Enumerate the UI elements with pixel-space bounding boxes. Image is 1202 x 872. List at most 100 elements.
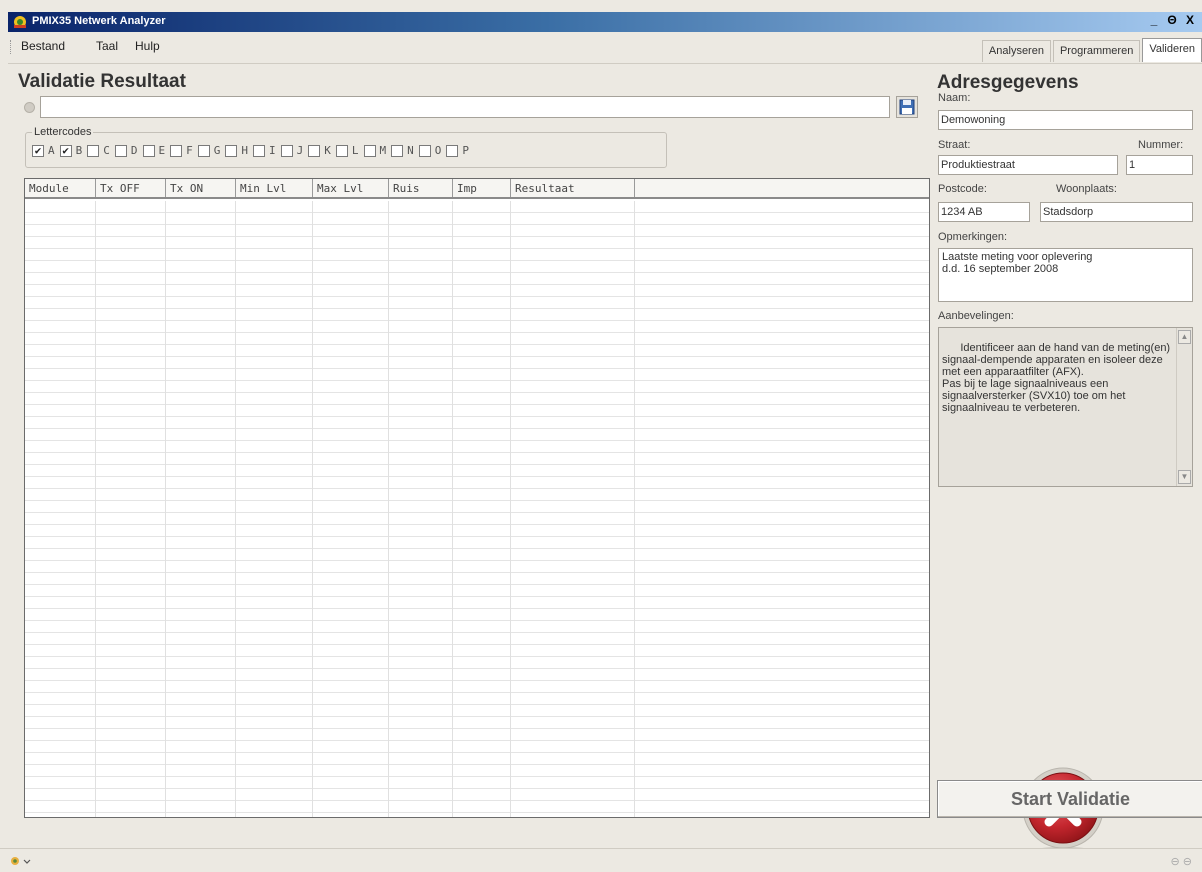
aanbevelingen-field[interactable]: Identificeer aan de hand van de meting(e… xyxy=(938,327,1193,487)
lettercode-checkbox[interactable] xyxy=(87,144,100,157)
tab-valideren[interactable]: Valideren xyxy=(1142,38,1202,62)
lettercode-label: E xyxy=(158,144,166,157)
lettercode-checkbox[interactable] xyxy=(363,144,376,157)
lettercode-g[interactable]: G xyxy=(197,144,221,157)
lettercode-checkbox[interactable]: ✔ xyxy=(59,144,72,157)
lettercode-checkbox[interactable] xyxy=(142,144,155,157)
lettercode-label: J xyxy=(296,144,304,157)
column-header[interactable]: Imp xyxy=(453,179,511,197)
menu-taal[interactable]: Taal xyxy=(96,39,118,53)
minimize-button[interactable]: _ xyxy=(1146,13,1162,29)
nummer-field[interactable]: 1 xyxy=(1126,155,1193,175)
column-divider xyxy=(510,201,511,817)
column-header[interactable]: Max Lvl xyxy=(313,179,389,197)
lettercode-j[interactable]: J xyxy=(280,144,304,157)
tab-analyseren[interactable]: Analyseren xyxy=(981,40,1051,62)
status-bar: ⊖ ⊖ xyxy=(0,848,1202,872)
lettercode-label: G xyxy=(213,144,221,157)
column-header[interactable]: Resultaat xyxy=(511,179,635,197)
lettercode-label: B xyxy=(75,144,83,157)
lettercode-label: L xyxy=(351,144,359,157)
column-header[interactable]: Min Lvl xyxy=(236,179,313,197)
postcode-label: Postcode: xyxy=(938,183,987,195)
straat-field[interactable]: Produktiestraat xyxy=(938,155,1118,175)
lettercode-d[interactable]: D xyxy=(114,144,138,157)
lettercode-label: O xyxy=(434,144,442,157)
column-header[interactable]: Module xyxy=(25,179,96,197)
menu-grip-icon xyxy=(10,40,13,54)
close-button[interactable]: X xyxy=(1182,13,1198,29)
aanbevelingen-text: Identificeer aan de hand van de meting(e… xyxy=(942,342,1171,414)
lettercode-checkbox[interactable] xyxy=(197,144,210,157)
file-path-input[interactable] xyxy=(40,96,890,118)
lettercode-checkbox[interactable] xyxy=(225,144,238,157)
column-header[interactable]: Tx ON xyxy=(166,179,236,197)
lettercode-a[interactable]: ✔ A xyxy=(32,144,55,157)
status-network-icon[interactable] xyxy=(10,855,32,867)
naam-label: Naam: xyxy=(938,92,971,104)
lettercode-l[interactable]: L xyxy=(335,144,359,157)
lettercode-checkbox[interactable] xyxy=(418,144,431,157)
lettercode-checkbox[interactable] xyxy=(335,144,348,157)
lettercode-label: N xyxy=(407,144,414,157)
address-heading: Adresgegevens xyxy=(937,72,1079,93)
status-dot-icon xyxy=(24,102,35,113)
lettercode-checkbox[interactable] xyxy=(391,144,404,157)
start-validatie-button[interactable]: Start Validatie xyxy=(937,780,1202,818)
connection-indicators-icon: ⊖ ⊖ xyxy=(1170,856,1193,868)
lettercodes-label: Lettercodes xyxy=(32,126,94,138)
lettercode-f[interactable]: F xyxy=(170,144,193,157)
lettercode-label: F xyxy=(186,144,193,157)
postcode-field[interactable]: 1234 AB xyxy=(938,202,1030,222)
tab-strip: Analyseren Programmeren Valideren xyxy=(980,38,1202,62)
lettercode-i[interactable]: I xyxy=(253,144,276,157)
column-divider xyxy=(165,201,166,817)
aanbevelingen-scrollbar[interactable]: ▲ ▼ xyxy=(1176,328,1192,486)
opmerkingen-field[interactable]: Laatste meting voor oplevering d.d. 16 s… xyxy=(938,248,1193,302)
lettercode-label: K xyxy=(324,144,331,157)
lettercode-label: I xyxy=(269,144,276,157)
lettercode-checkbox[interactable] xyxy=(308,144,321,157)
lettercode-e[interactable]: E xyxy=(142,144,166,157)
scroll-up-icon[interactable]: ▲ xyxy=(1178,330,1191,344)
main-panel: Validatie Resultaat Lettercodes ✔ A ✔ B C D E F… xyxy=(8,63,1202,853)
lettercode-h[interactable]: H xyxy=(225,144,248,157)
scroll-down-icon[interactable]: ▼ xyxy=(1178,470,1191,484)
lettercode-c[interactable]: C xyxy=(87,144,110,157)
save-button[interactable] xyxy=(896,96,918,118)
column-divider xyxy=(235,201,236,817)
tab-programmeren[interactable]: Programmeren xyxy=(1052,40,1141,62)
lettercode-checkbox[interactable] xyxy=(114,144,127,157)
woonplaats-field[interactable]: Stadsdorp xyxy=(1040,202,1193,222)
straat-label: Straat: xyxy=(938,139,971,151)
column-header[interactable]: Tx OFF xyxy=(96,179,166,197)
nummer-label: Nummer: xyxy=(1138,139,1184,151)
column-divider xyxy=(452,201,453,817)
application-window: PMIX35 Netwerk Analyzer _ Θ X Bestand Ta… xyxy=(0,0,1202,872)
column-divider xyxy=(634,201,635,817)
lettercode-m[interactable]: M xyxy=(363,144,386,157)
column-divider xyxy=(95,201,96,817)
table-body xyxy=(25,201,929,817)
lettercode-checkbox[interactable] xyxy=(280,144,293,157)
results-table[interactable]: Module Tx OFF Tx ON Min Lvl Max Lvl Ruis Imp Re… xyxy=(24,178,930,818)
lettercode-o[interactable]: O xyxy=(418,144,442,157)
lettercode-label: D xyxy=(130,144,138,157)
column-header[interactable]: Ruis xyxy=(389,179,453,197)
lettercode-checkbox[interactable]: ✔ xyxy=(32,144,44,157)
naam-field[interactable]: Demowoning xyxy=(938,110,1193,130)
lettercode-b[interactable]: ✔ B xyxy=(59,144,83,157)
lettercode-k[interactable]: K xyxy=(308,144,331,157)
lettercode-checkbox[interactable] xyxy=(170,144,183,157)
lettercode-checkbox[interactable] xyxy=(253,144,265,157)
lettercode-checkbox[interactable] xyxy=(446,144,459,157)
lettercode-n[interactable]: N xyxy=(391,144,414,157)
restore-button[interactable]: Θ xyxy=(1164,13,1180,29)
menu-hulp[interactable]: Hulp xyxy=(135,39,160,53)
table-header: Module Tx OFF Tx ON Min Lvl Max Lvl Ruis Imp Re… xyxy=(25,179,929,199)
window-title: PMIX35 Netwerk Analyzer xyxy=(32,15,166,27)
lettercode-p[interactable]: P xyxy=(446,144,469,157)
lettercode-label: C xyxy=(103,144,110,157)
menu-bestand[interactable]: Bestand xyxy=(21,39,65,53)
title-bar[interactable]: PMIX35 Netwerk Analyzer _ Θ X xyxy=(8,12,1202,32)
